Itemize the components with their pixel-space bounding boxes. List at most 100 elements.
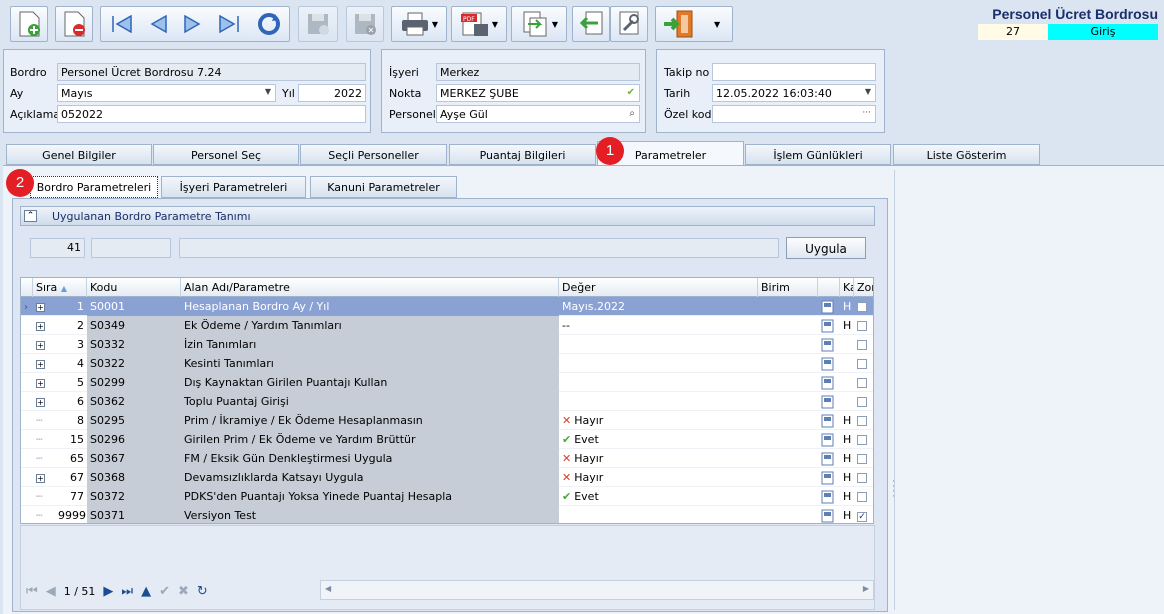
cell-param-icon[interactable]: [818, 468, 840, 487]
table-row[interactable]: ┄ 8 S0295 Prim / İkramiye / Ek Ödeme Hesapl…: [21, 411, 873, 430]
expand-cell[interactable]: +: [33, 354, 55, 373]
first-page-icon[interactable]: ⏮: [26, 584, 38, 599]
cell-param-icon[interactable]: [818, 430, 840, 449]
last-record-icon[interactable]: [216, 12, 244, 36]
expand-cell[interactable]: ┄: [33, 430, 55, 449]
table-row[interactable]: +5 S0299 Dış Kaynaktan Girilen Puantajı Ku…: [21, 373, 873, 392]
header-deger[interactable]: Değer: [559, 278, 758, 297]
horizontal-scrollbar[interactable]: ◀ ▶: [320, 580, 874, 600]
cell-param-icon[interactable]: [818, 373, 840, 392]
previous-record-icon[interactable]: [146, 12, 170, 36]
cell-deger[interactable]: ✕ Hayır: [559, 449, 758, 468]
refresh-icon[interactable]: ↻: [197, 584, 208, 599]
required-checkbox[interactable]: [857, 416, 867, 426]
expand-cell[interactable]: +: [33, 468, 55, 487]
first-record-icon[interactable]: [107, 12, 135, 36]
ozel-field[interactable]: ···: [712, 105, 876, 123]
cell-zo[interactable]: [854, 430, 873, 449]
header-kodu[interactable]: Kodu: [87, 278, 181, 297]
header-zo[interactable]: Zor: [854, 278, 873, 297]
table-row[interactable]: ┄ 77 S0372 PDKS'den Puantajı Yoksa Yinede P…: [21, 487, 873, 506]
cell-param-icon[interactable]: [818, 506, 840, 523]
required-checkbox[interactable]: ✓: [857, 512, 867, 522]
personel-field[interactable]: Ayşe Gül ⌕: [436, 105, 640, 123]
aux-field-2[interactable]: [179, 238, 779, 258]
tab-liste-gosterim[interactable]: Liste Gösterim: [893, 144, 1040, 165]
prev-page-icon[interactable]: ◀: [46, 584, 56, 599]
cell-param-icon[interactable]: [818, 297, 840, 316]
header-icon-col[interactable]: [818, 278, 840, 297]
tab-puantaj-bilgileri[interactable]: Puantaj Bilgileri: [449, 144, 596, 165]
refresh-icon[interactable]: [255, 10, 283, 38]
ay-select[interactable]: Mayıs ▼: [57, 84, 276, 102]
collapse-icon[interactable]: ⌃: [24, 210, 37, 222]
ellipsis-icon[interactable]: ···: [862, 108, 871, 118]
cell-deger[interactable]: ✔ Evet: [559, 487, 758, 506]
table-row[interactable]: +67 S0368 Devamsızlıklarda Katsayı Uygula ✕…: [21, 468, 873, 487]
required-checkbox[interactable]: [857, 397, 867, 407]
expand-icon[interactable]: +: [36, 341, 45, 350]
check-icon[interactable]: ✔: [627, 87, 635, 98]
table-row[interactable]: +4 S0322 Kesinti Tanımları: [21, 354, 873, 373]
cell-zo[interactable]: [854, 354, 873, 373]
table-row[interactable]: ┄ 65 S0367 FM / Eksik Gün Denkleştirmesi Uy…: [21, 449, 873, 468]
required-checkbox[interactable]: [857, 340, 867, 350]
table-row[interactable]: ┄ 9999 S0371 Versiyon Test H ✓: [21, 506, 873, 523]
expand-icon[interactable]: +: [36, 474, 45, 483]
tab-secli-personeller[interactable]: Seçli Personeller: [300, 144, 447, 165]
expand-icon[interactable]: +: [36, 303, 45, 312]
scroll-right-icon[interactable]: ▶: [863, 584, 869, 593]
tab-personel-sec[interactable]: Personel Seç: [153, 144, 299, 165]
expand-icon[interactable]: +: [36, 379, 45, 388]
expand-cell[interactable]: ┄: [33, 487, 55, 506]
cell-param-icon[interactable]: [818, 449, 840, 468]
cell-param-icon[interactable]: [818, 392, 840, 411]
expand-cell[interactable]: +: [33, 392, 55, 411]
expand-cell[interactable]: +: [33, 373, 55, 392]
cell-param-icon[interactable]: [818, 335, 840, 354]
required-checkbox[interactable]: [857, 321, 867, 331]
isyeri-field[interactable]: Merkez: [436, 63, 640, 81]
cell-zo[interactable]: [854, 487, 873, 506]
cell-zo[interactable]: [854, 411, 873, 430]
subtab-kanuni-parametreler[interactable]: Kanuni Parametreler: [310, 176, 457, 198]
cell-zo[interactable]: ✓: [854, 506, 873, 523]
header-alan[interactable]: Alan Adı/Parametre: [181, 278, 559, 297]
expand-cell[interactable]: +: [33, 316, 55, 335]
cell-deger[interactable]: [559, 506, 758, 523]
save-button[interactable]: [298, 6, 338, 42]
count-field[interactable]: 41: [30, 238, 85, 258]
pdf-button[interactable]: PDF ▼: [451, 6, 507, 42]
required-checkbox[interactable]: [857, 492, 867, 502]
required-checkbox[interactable]: [857, 454, 867, 464]
next-page-icon[interactable]: ▶: [103, 584, 113, 599]
apply-button[interactable]: Uygula: [786, 237, 866, 259]
next-record-icon[interactable]: [181, 12, 205, 36]
new-button[interactable]: [10, 6, 48, 42]
expand-cell[interactable]: ┄: [33, 411, 55, 430]
cell-zo[interactable]: [854, 449, 873, 468]
cell-param-icon[interactable]: [818, 487, 840, 506]
required-checkbox[interactable]: [857, 359, 867, 369]
confirm-icon[interactable]: ✔: [159, 584, 170, 599]
expand-icon[interactable]: +: [36, 360, 45, 369]
tab-islem-gunlukleri[interactable]: İşlem Günlükleri: [745, 144, 891, 165]
cell-zo[interactable]: [854, 392, 873, 411]
cell-deger[interactable]: ✕ Hayır: [559, 468, 758, 487]
subtab-bordro-parametreleri[interactable]: Bordro Parametreleri: [30, 176, 158, 198]
cell-param-icon[interactable]: [818, 411, 840, 430]
insert-icon[interactable]: ▲: [141, 584, 151, 599]
search-icon[interactable]: ⌕: [629, 108, 635, 119]
tools-button[interactable]: [610, 6, 648, 42]
cell-deger[interactable]: [559, 354, 758, 373]
cell-deger[interactable]: ✔ Evet: [559, 430, 758, 449]
cell-deger[interactable]: [559, 373, 758, 392]
required-checkbox[interactable]: [857, 435, 867, 445]
cell-deger[interactable]: --: [559, 316, 758, 335]
table-row[interactable]: +3 S0332 İzin Tanımları: [21, 335, 873, 354]
required-checkbox[interactable]: [857, 378, 867, 388]
aux-field-1[interactable]: [91, 238, 171, 258]
cell-deger[interactable]: [559, 392, 758, 411]
expand-cell[interactable]: +: [33, 335, 55, 354]
cell-zo[interactable]: [854, 468, 873, 487]
